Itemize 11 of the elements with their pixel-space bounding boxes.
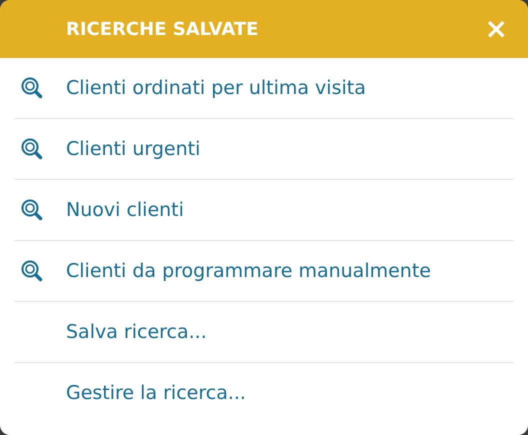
search-icon xyxy=(21,138,43,160)
saved-search-link[interactable]: Clienti da programmare manualmente xyxy=(66,256,431,286)
saved-search-link[interactable]: Clienti ordinati per ultima visita xyxy=(66,74,366,102)
saved-search-link[interactable]: Nuovi clienti xyxy=(66,196,184,224)
dialog-title: RICERCHE SALVATE xyxy=(66,18,260,42)
search-icon xyxy=(21,260,43,282)
search-icon xyxy=(21,199,43,221)
search-icon xyxy=(21,77,43,99)
saved-search-link[interactable]: Clienti urgenti xyxy=(66,134,200,164)
action-link[interactable]: Gestire la ricerca... xyxy=(66,379,246,408)
action-link[interactable]: Salva ricerca... xyxy=(66,318,207,346)
